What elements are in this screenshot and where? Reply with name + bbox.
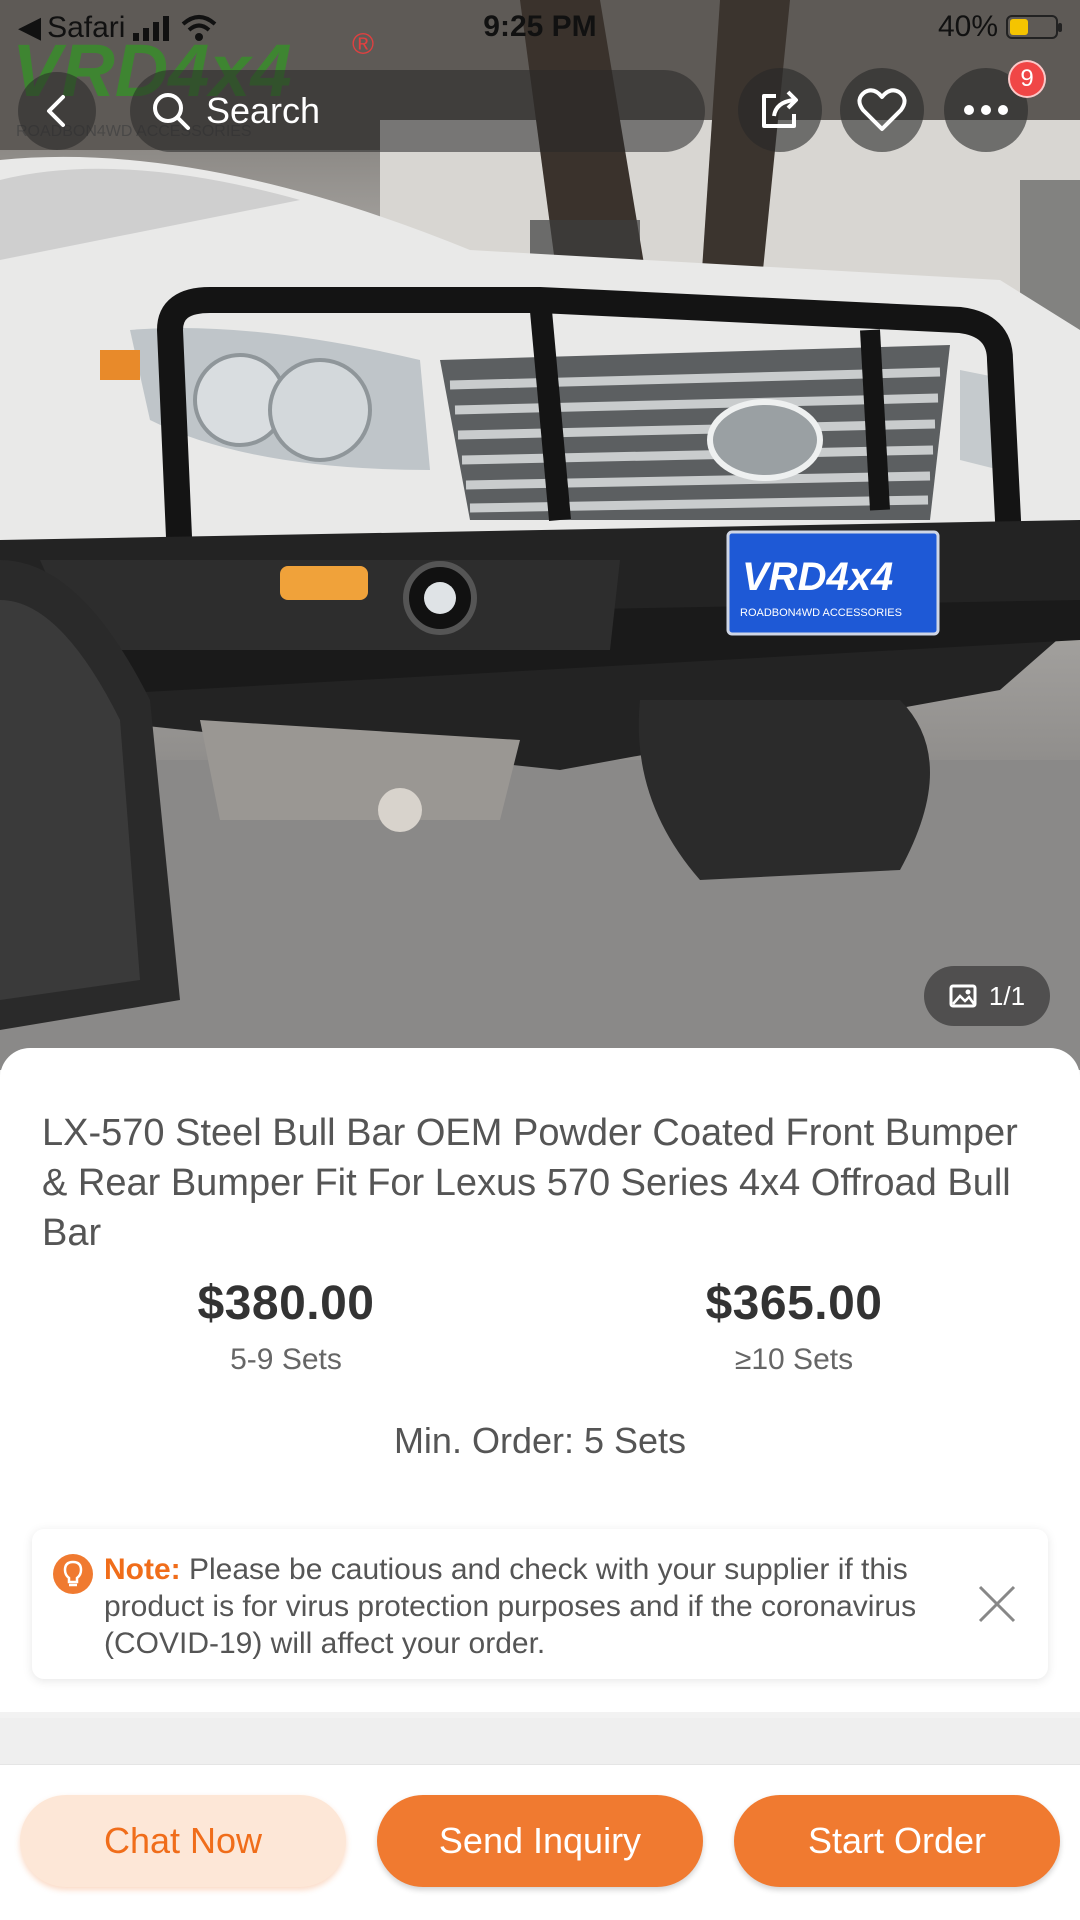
price-quantity: ≥10 Sets — [734, 1343, 854, 1376]
image-counter[interactable]: 1/1 — [924, 966, 1050, 1026]
price-tier-1: $380.00 5-9 Sets — [26, 1276, 546, 1377]
image-counter-text: 1/1 — [988, 980, 1026, 1011]
price-tier-2: $365.00 ≥10 Sets — [534, 1276, 1054, 1377]
price-quantity: 5-9 Sets — [230, 1343, 342, 1376]
image-icon — [949, 984, 977, 1008]
covid-note: Note: Please be cautious and check with … — [32, 1529, 1048, 1679]
price-value: $365.00 — [705, 1277, 883, 1330]
min-order: Min. Order: 5 Sets — [393, 1420, 687, 1461]
share-icon — [762, 90, 798, 128]
battery-icon — [1006, 15, 1062, 39]
search-icon — [153, 93, 190, 130]
lightbulb-icon — [53, 1554, 93, 1594]
send-inquiry-button[interactable]: Send Inquiry — [377, 1795, 703, 1887]
battery-percent: 40% — [937, 10, 998, 43]
search-input[interactable]: Search — [130, 70, 705, 152]
status-time: 9:25 PM — [483, 10, 597, 43]
close-icon[interactable] — [972, 1579, 1022, 1629]
section-divider — [0, 1718, 1080, 1764]
notification-badge: 9 — [1008, 60, 1046, 98]
search-placeholder: Search — [206, 90, 321, 131]
chat-now-button[interactable]: Chat Now — [20, 1795, 346, 1887]
note-body: Please be cautious and check with your s… — [104, 1553, 917, 1660]
battery-fill — [1010, 19, 1028, 35]
share-button[interactable] — [738, 68, 822, 152]
product-image[interactable]: VRD4x4 ROADBON4WD ACCESSORIES VRD4x4 ® R… — [0, 0, 1080, 1070]
status-right: 40% — [937, 10, 1062, 44]
plate-tagline: ROADBON4WD ACCESSORIES — [740, 607, 902, 619]
status-bar: ◀ Safari 9:25 PM 40% — [0, 0, 1080, 52]
note-text: Note: Please be cautious and check with … — [104, 1551, 984, 1662]
price-value: $380.00 — [197, 1277, 375, 1330]
note-label: Note: — [104, 1553, 181, 1586]
back-button[interactable] — [18, 72, 96, 150]
chevron-left-icon — [47, 95, 65, 127]
favorite-button[interactable] — [840, 68, 924, 152]
product-info-card: LX-570 Steel Bull Bar OEM Powder Coated … — [0, 1048, 1080, 1712]
plate-logo: VRD4x4 — [742, 555, 893, 599]
start-order-button[interactable]: Start Order — [734, 1795, 1060, 1887]
more-dots-icon — [964, 105, 1008, 115]
bottom-action-bar: Chat Now Send Inquiry Start Order — [0, 1764, 1080, 1920]
product-photo: VRD4x4 ROADBON4WD ACCESSORIES — [0, 0, 1080, 1070]
heart-icon — [857, 88, 907, 131]
product-title: LX-570 Steel Bull Bar OEM Powder Coated … — [42, 1112, 1018, 1254]
